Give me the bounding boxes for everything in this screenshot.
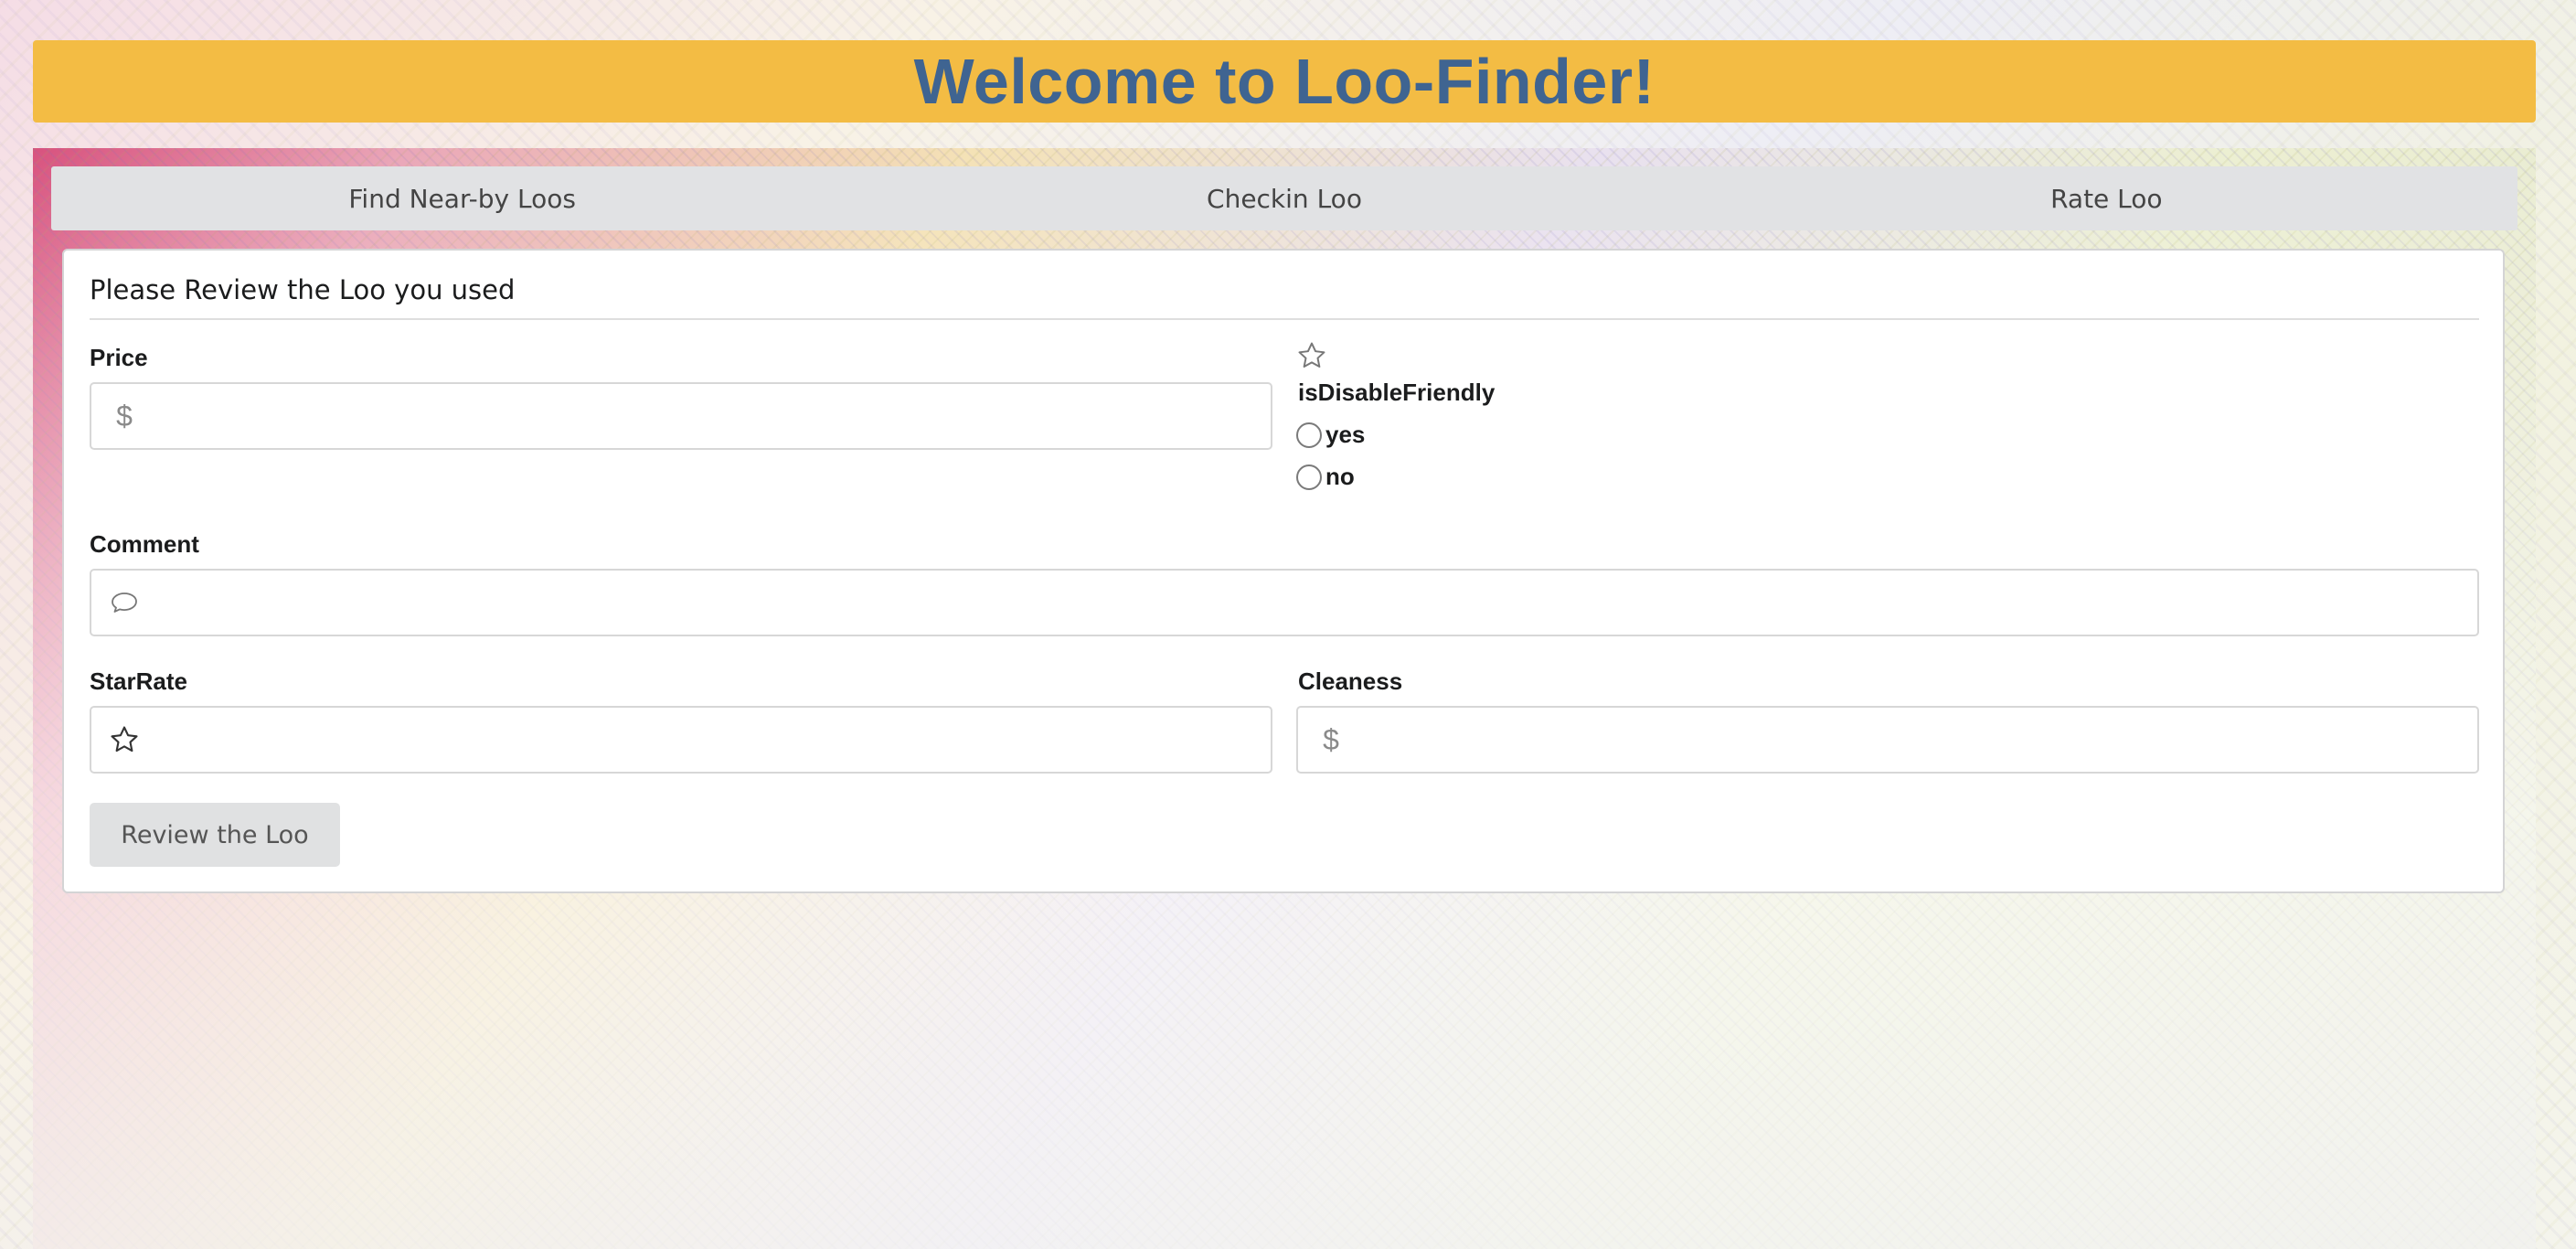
cleaness-label: Cleaness: [1298, 667, 1403, 695]
price-field[interactable]: $: [90, 382, 1272, 450]
disable-friendly-label: isDisableFriendly: [1298, 379, 1496, 406]
star-rate-label: StarRate: [90, 667, 187, 695]
star-icon: [91, 724, 157, 755]
radio-option-yes[interactable]: yes: [1296, 421, 1365, 449]
review-form: Please Review the Loo you used Price $ i…: [62, 249, 2505, 893]
radio-yes-label: yes: [1325, 421, 1366, 448]
radio-no-label: no: [1325, 463, 1355, 490]
cleaness-input[interactable]: [1364, 708, 2477, 772]
radio-yes[interactable]: [1296, 422, 1322, 448]
main-panel: Find Near-by Loos Checkin Loo Rate Loo P…: [33, 148, 2536, 1249]
price-input[interactable]: [157, 384, 1271, 448]
dollar-icon: $: [116, 399, 133, 432]
price-label: Price: [90, 344, 148, 371]
dollar-icon: $: [1323, 722, 1339, 756]
star-rate-field[interactable]: [90, 706, 1272, 774]
star-icon: [1296, 340, 1327, 371]
review-the-loo-button[interactable]: Review the Loo: [90, 803, 340, 867]
tab-checkin-loo[interactable]: Checkin Loo: [873, 184, 1695, 214]
comment-input[interactable]: [157, 571, 2477, 635]
tab-rate-loo[interactable]: Rate Loo: [1696, 184, 2517, 214]
radio-option-no[interactable]: no: [1296, 463, 1355, 491]
tab-find-near-by-loos[interactable]: Find Near-by Loos: [51, 184, 873, 214]
speech-bubble-icon: [91, 590, 157, 615]
cleaness-field[interactable]: $: [1296, 706, 2479, 774]
form-title: Please Review the Loo you used: [90, 274, 2479, 320]
app-header: Welcome to Loo-Finder!: [33, 40, 2536, 123]
tab-bar: Find Near-by Loos Checkin Loo Rate Loo: [51, 166, 2517, 230]
comment-label: Comment: [90, 530, 199, 558]
comment-field[interactable]: [90, 569, 2479, 636]
page-title: Welcome to Loo-Finder!: [913, 46, 1655, 117]
radio-no[interactable]: [1296, 464, 1322, 490]
star-rate-input[interactable]: [157, 708, 1271, 772]
